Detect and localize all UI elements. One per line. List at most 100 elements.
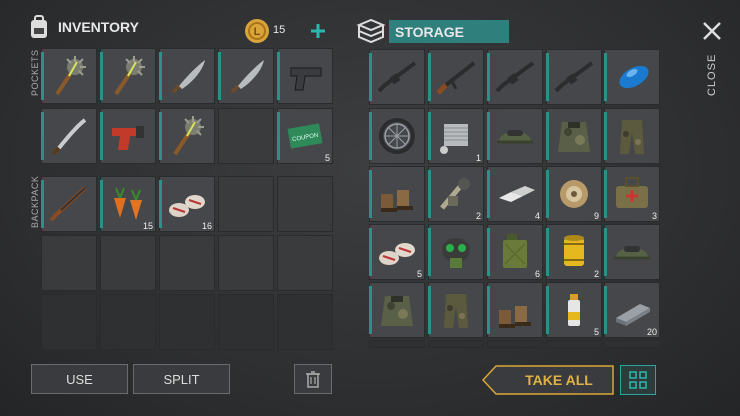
inventory-slot[interactable] (369, 108, 425, 164)
delete-button[interactable] (294, 364, 332, 394)
empty-slot[interactable] (159, 294, 215, 350)
item-count: 15 (142, 221, 153, 231)
empty-slot[interactable] (487, 340, 543, 348)
backpack-icon (31, 15, 47, 38)
take-all-label: TAKE ALL (525, 372, 593, 388)
inventory-slot[interactable]: 9 (546, 166, 602, 222)
empty-slot[interactable] (428, 340, 484, 348)
inventory-slot[interactable] (604, 49, 660, 105)
inventory-slot[interactable] (41, 48, 97, 104)
inventory-slot[interactable]: 4 (487, 166, 543, 222)
helmet-icon (497, 130, 533, 144)
inventory-slot[interactable] (487, 282, 543, 338)
inventory-slot[interactable] (369, 49, 425, 105)
inventory-slot[interactable] (428, 49, 484, 105)
close-icon[interactable] (702, 21, 722, 41)
oil-filter-icon (564, 235, 584, 266)
durability-bar (100, 180, 103, 228)
inventory-slot[interactable] (159, 48, 215, 104)
inventory-slot[interactable]: 20 (604, 282, 660, 338)
item-count: 2 (475, 211, 481, 221)
empty-slot[interactable] (277, 294, 333, 350)
inventory-slot[interactable]: 1 (428, 108, 484, 164)
inventory-slot[interactable] (546, 49, 602, 105)
inventory-slot[interactable] (428, 224, 484, 280)
durability-bar (487, 170, 490, 218)
inventory-slot[interactable] (604, 108, 660, 164)
inventory-slot[interactable] (218, 48, 274, 104)
inventory-slot[interactable]: 6 (487, 224, 543, 280)
inventory-slot[interactable] (277, 48, 333, 104)
inventory-slot[interactable] (100, 108, 156, 164)
split-button[interactable]: SPLIT (133, 364, 230, 394)
inventory-slot[interactable]: COUPON 5 (277, 108, 333, 164)
inventory-slot[interactable] (487, 49, 543, 105)
inventory-slot[interactable]: 5 (546, 282, 602, 338)
inventory-slot[interactable] (41, 176, 97, 232)
durability-bar (604, 170, 607, 218)
empty-slot[interactable] (218, 294, 274, 350)
inventory-slot[interactable] (546, 108, 602, 164)
add-coins-button[interactable] (309, 22, 327, 40)
spray-can-icon (568, 294, 580, 326)
ration-coupon-icon: COUPON (287, 123, 323, 149)
gas-mask-icon (442, 238, 470, 268)
durability-bar (546, 170, 549, 218)
empty-slot[interactable] (277, 235, 333, 291)
empty-slot[interactable] (218, 176, 274, 232)
empty-slot[interactable] (277, 176, 333, 232)
trash-icon (306, 371, 320, 388)
camo-pants-icon (444, 294, 468, 328)
wire-spool-icon (560, 180, 588, 208)
empty-slot[interactable] (218, 235, 274, 291)
spiked-club-icon (55, 56, 86, 96)
item-count: 16 (201, 221, 212, 231)
empty-slot[interactable] (100, 294, 156, 350)
bandage-icon (169, 195, 205, 217)
inventory-slot[interactable]: 5 (369, 224, 425, 280)
inventory-slot[interactable]: 2 (546, 224, 602, 280)
pockets-label: POCKETS (30, 49, 40, 96)
grid-icon (629, 371, 647, 389)
gas-tank-icon (619, 65, 649, 89)
empty-slot[interactable] (41, 294, 97, 350)
empty-slot[interactable] (546, 340, 602, 348)
durability-bar (369, 170, 372, 218)
item-count: 6 (534, 269, 540, 279)
durability-bar (428, 112, 431, 160)
durability-bar (218, 52, 221, 100)
inventory-slot[interactable] (369, 166, 425, 222)
durability-bar (159, 180, 162, 228)
durability-bar (369, 286, 372, 334)
close-label[interactable]: CLOSE (706, 54, 718, 96)
pistol-icon (290, 67, 322, 91)
inventory-slot[interactable] (487, 108, 543, 164)
inventory-slot[interactable]: 2 (428, 166, 484, 222)
inventory-slot[interactable]: 15 (100, 176, 156, 232)
inventory-slot[interactable] (428, 282, 484, 338)
empty-slot[interactable] (159, 235, 215, 291)
inventory-slot[interactable] (159, 108, 215, 164)
inventory-slot[interactable]: 3 (604, 166, 660, 222)
empty-slot[interactable] (41, 235, 97, 291)
camo-vest-icon (558, 122, 590, 152)
inventory-slot[interactable] (369, 282, 425, 338)
empty-slot[interactable] (218, 108, 274, 164)
inventory-slot[interactable]: 16 (159, 176, 215, 232)
grid-view-button[interactable] (620, 365, 656, 395)
take-all-button[interactable]: TAKE ALL (482, 365, 614, 395)
durability-bar (277, 52, 280, 100)
durability-bar (487, 228, 490, 276)
durability-bar (41, 180, 44, 228)
inventory-header: INVENTORY (26, 14, 139, 40)
shotgun-icon (49, 186, 87, 222)
empty-slot[interactable] (100, 235, 156, 291)
inventory-slot[interactable] (41, 108, 97, 164)
inventory-slot[interactable] (100, 48, 156, 104)
use-button[interactable]: USE (31, 364, 128, 394)
empty-slot[interactable] (604, 340, 660, 348)
empty-slot[interactable] (369, 340, 425, 348)
inventory-slot[interactable] (604, 224, 660, 280)
camo-vest-icon (381, 296, 413, 326)
item-count: 5 (324, 153, 330, 163)
